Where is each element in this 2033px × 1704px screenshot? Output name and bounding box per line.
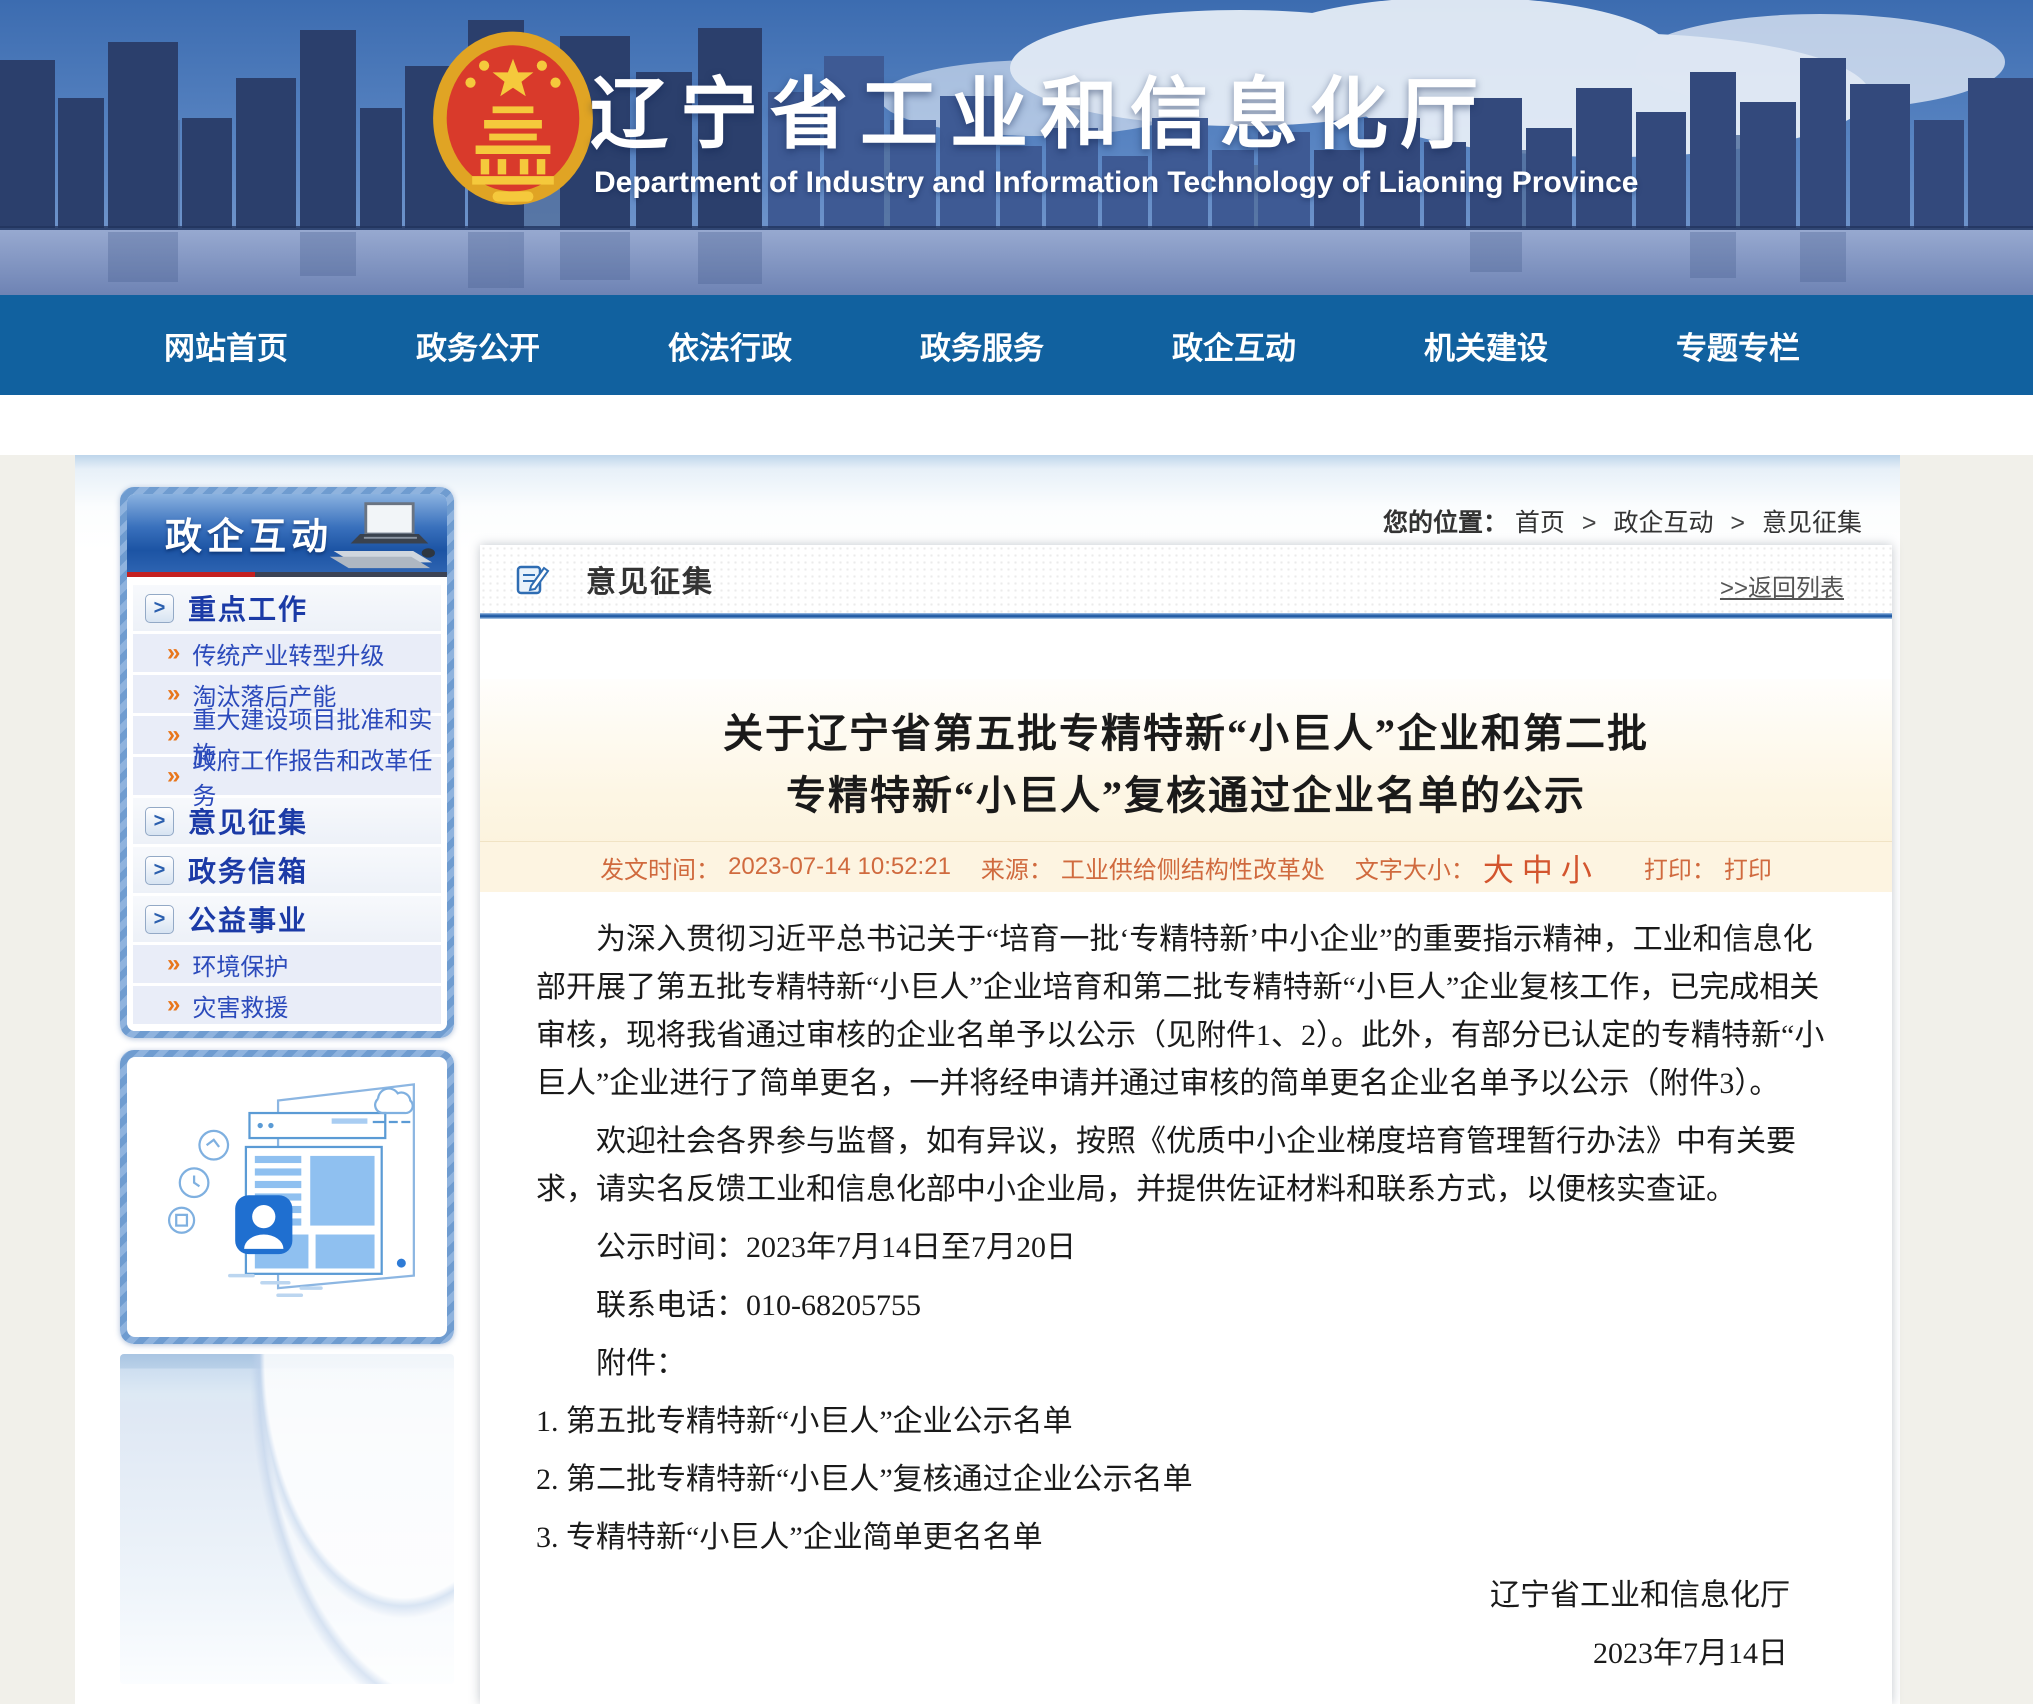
fontsize-large-button[interactable]: 大 <box>1483 845 1514 890</box>
fontsize-label: 文字大小： <box>1355 850 1475 885</box>
back-to-list-link[interactable]: >>返回列表 <box>1720 568 1844 603</box>
site-title: 辽宁省工业和信息化厅 <box>590 52 1490 164</box>
nav-item-services[interactable]: 政务服务 <box>856 323 1108 368</box>
sidebar: 政企互动 <box>120 487 454 1684</box>
source-value: 工业供给侧结构性改革处 <box>1061 850 1325 885</box>
double-arrow-icon: » <box>167 680 180 708</box>
nav-item-special-topics[interactable]: 专题专栏 <box>1612 323 1864 368</box>
print-label: 打印： <box>1644 850 1716 885</box>
double-arrow-icon: » <box>167 762 180 790</box>
double-arrow-icon: » <box>167 950 180 978</box>
fontsize-medium-button[interactable]: 中 <box>1522 845 1553 890</box>
section-title: 意见征集 <box>586 557 714 601</box>
sidebar-item-disaster-relief[interactable]: » 灾害救援 <box>133 986 441 1024</box>
section-header: 意见征集 >>返回列表 <box>480 545 1892 613</box>
content-wrapper: 您的位置： 首页 > 政企互动 > 意见征集 政企互动 <box>75 455 1900 1704</box>
double-arrow-icon: » <box>167 991 180 1019</box>
source-label: 来源： <box>981 850 1053 885</box>
site-banner: 辽宁省工业和信息化厅 Department of Industry and In… <box>0 0 2033 295</box>
left-margin <box>0 455 75 1704</box>
nav-item-gov-affairs[interactable]: 政务公开 <box>352 323 604 368</box>
sidebar-title: 政企互动 <box>165 506 333 560</box>
article-body: 为深入贯彻习近平总书记关于“培育一批‘专精特新’中小企业”的重要指示精神，工业和… <box>480 916 1892 1678</box>
laptop-icon <box>319 498 441 570</box>
article-panel: 意见征集 >>返回列表 关于辽宁省第五批专精特新“小巨人”企业和第二批 专精特新… <box>480 545 1892 1704</box>
sidebar-header: 政企互动 <box>127 494 447 572</box>
publish-time-value: 2023-07-14 10:52:21 <box>728 853 951 881</box>
sidebar-item-gov-mailbox[interactable]: > 政务信箱 <box>133 847 441 893</box>
arrow-square-icon: > <box>145 905 174 934</box>
nav-item-gov-enterprise[interactable]: 政企互动 <box>1108 323 1360 368</box>
sidebar-menu: > 重点工作 » 传统产业转型升级 » 淘汰落后产能 » <box>127 577 447 1031</box>
breadcrumb-gov-enterprise[interactable]: 政企互动 <box>1613 509 1713 537</box>
article-title-line2: 专精特新“小巨人”复核通过企业名单的公示 <box>480 765 1892 827</box>
signature: 辽宁省工业和信息化厅 <box>536 1572 1840 1620</box>
article-meta-bar: 发文时间： 2023-07-14 10:52:21 来源： 工业供给侧结构性改革… <box>480 841 1892 892</box>
attachment-link-3[interactable]: 3. 专精特新“小巨人”企业简单更名名单 <box>536 1514 1840 1562</box>
right-margin <box>1900 455 2033 1704</box>
breadcrumb-separator: > <box>1582 509 1597 537</box>
contact-phone-line: 联系电话：010-68205755 <box>536 1282 1840 1330</box>
article-paragraph: 欢迎社会各界参与监督，如有异议，按照《优质中小企业梯度培育管理暂行办法》中有关要… <box>536 1118 1840 1214</box>
publish-time-label: 发文时间： <box>600 850 720 885</box>
site-subtitle-english: Department of Industry and Information T… <box>594 166 1639 200</box>
sidebar-background-panel <box>120 1354 454 1684</box>
double-arrow-icon: » <box>167 721 180 749</box>
attachment-link-1[interactable]: 1. 第五批专精特新“小巨人”企业公示名单 <box>536 1398 1840 1446</box>
arrow-square-icon: > <box>145 856 174 885</box>
breadcrumb: 您的位置： 首页 > 政企互动 > 意见征集 <box>1383 503 1862 539</box>
print-button[interactable]: 打印 <box>1724 850 1772 885</box>
edit-note-icon <box>514 561 550 597</box>
article-title-block: 关于辽宁省第五批专精特新“小巨人”企业和第二批 专精特新“小巨人”复核通过企业名… <box>480 679 1892 892</box>
nav-item-home[interactable]: 网站首页 <box>100 323 352 368</box>
nav-item-law-admin[interactable]: 依法行政 <box>604 323 856 368</box>
sidebar-illustration-box <box>120 1050 454 1344</box>
breadcrumb-current[interactable]: 意见征集 <box>1762 509 1862 537</box>
arrow-square-icon: > <box>145 807 174 836</box>
sidebar-header-underline <box>127 572 447 577</box>
attachment-link-2[interactable]: 2. 第二批专精特新“小巨人”复核通过企业公示名单 <box>536 1456 1840 1504</box>
main-navigation: 网站首页 政务公开 依法行政 政务服务 政企互动 机关建设 专题专栏 <box>0 295 2033 395</box>
fontsize-small-button[interactable]: 小 <box>1561 845 1592 890</box>
sidebar-item-environment[interactable]: » 环境保护 <box>133 945 441 983</box>
breadcrumb-home[interactable]: 首页 <box>1515 509 1565 537</box>
page-body: 您的位置： 首页 > 政企互动 > 意见征集 政企互动 <box>0 395 2033 1704</box>
sidebar-item-work-report[interactable]: » 政府工作报告和改革任务 <box>133 757 441 795</box>
sidebar-menu-box: 政企互动 <box>120 487 454 1038</box>
publicity-period-line: 公示时间：2023年7月14日至7月20日 <box>536 1224 1840 1272</box>
attachments-label: 附件： <box>536 1340 1840 1388</box>
sidebar-illustration <box>137 1063 437 1331</box>
article-title-line1: 关于辽宁省第五批专精特新“小巨人”企业和第二批 <box>480 703 1892 765</box>
nav-item-agency-building[interactable]: 机关建设 <box>1360 323 1612 368</box>
breadcrumb-prefix: 您的位置： <box>1383 509 1508 537</box>
article-paragraph: 为深入贯彻习近平总书记关于“培育一批‘专精特新’中小企业”的重要指示精神，工业和… <box>536 916 1840 1108</box>
sidebar-item-public-welfare[interactable]: > 公益事业 <box>133 896 441 942</box>
arrow-square-icon: > <box>145 594 174 623</box>
article-title: 关于辽宁省第五批专精特新“小巨人”企业和第二批 专精特新“小巨人”复核通过企业名… <box>480 679 1892 827</box>
header-divider <box>480 613 1892 619</box>
sidebar-item-industry-upgrade[interactable]: » 传统产业转型升级 <box>133 634 441 672</box>
national-emblem-logo <box>428 28 598 212</box>
sidebar-item-key-work[interactable]: > 重点工作 <box>133 585 441 631</box>
signature-date: 2023年7月14日 <box>536 1630 1840 1678</box>
double-arrow-icon: » <box>167 639 180 667</box>
breadcrumb-separator: > <box>1730 509 1745 537</box>
